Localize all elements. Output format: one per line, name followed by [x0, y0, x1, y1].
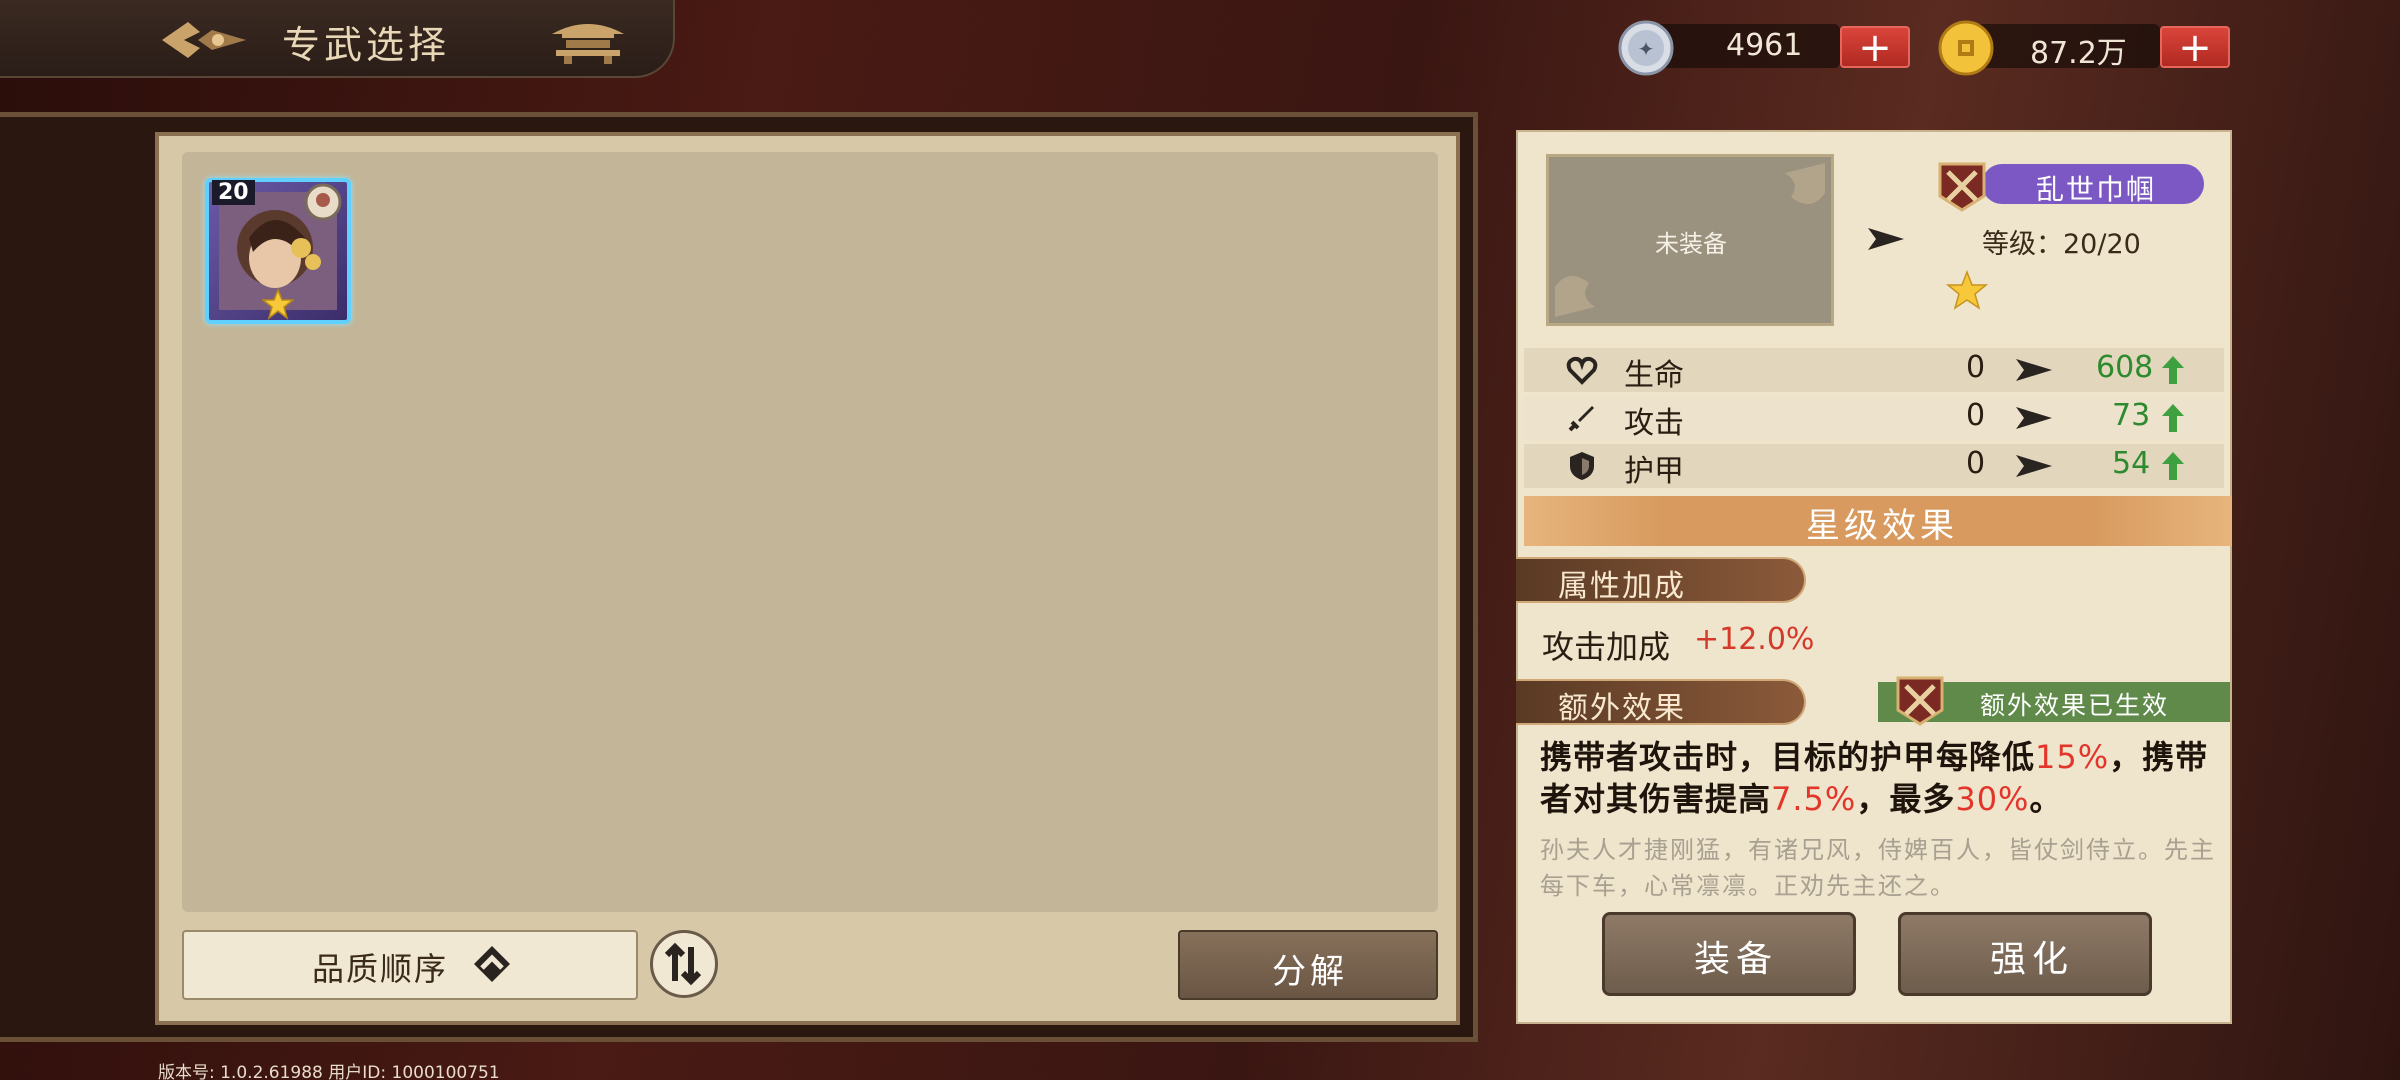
arrow-right-icon — [2016, 359, 2052, 381]
effect-desc-text: 携带者攻击时，目标的护甲每降低 — [1540, 738, 2036, 776]
stat-old-value: 0 — [1966, 446, 1986, 481]
stat-new-value: 73 — [2112, 398, 2151, 433]
stat-name: 护甲 — [1624, 454, 1684, 489]
rarity-star-icon — [262, 288, 294, 320]
page-title: 专武选择 — [282, 23, 451, 67]
arrow-right-icon — [1868, 228, 1904, 250]
effect-desc-text: 。 — [2029, 780, 2063, 818]
increase-arrow-icon — [2162, 452, 2184, 480]
enhance-label: 强化 — [1990, 939, 2075, 980]
item-level-badge: 20 — [212, 180, 255, 205]
stat-old-value: 0 — [1966, 350, 1986, 385]
sort-up-icon — [474, 946, 510, 982]
back-arrow-icon[interactable] — [160, 18, 250, 62]
stat-name: 攻击 — [1624, 406, 1684, 441]
stat-old-value: 0 — [1966, 398, 1986, 433]
extra-effect-active-label: 额外效果已生效 — [1980, 691, 2170, 720]
effect-desc-value: 15% — [2035, 738, 2110, 776]
gem-amount: 4961 — [1726, 28, 1803, 63]
unequipped-label: 未装备 — [1655, 230, 1727, 258]
gold-coin-icon — [1938, 20, 1994, 76]
effect-desc-value: 7.5% — [1771, 780, 1857, 818]
add-gold-button[interactable]: + — [2160, 26, 2230, 68]
decompose-label: 分解 — [1272, 952, 1348, 992]
attr-bonus-tag-label: 属性加成 — [1558, 569, 1686, 604]
pavilion-icon[interactable] — [548, 16, 628, 66]
jade-token-icon: ✦ — [1618, 20, 1674, 76]
crossed-swords-icon — [1938, 162, 1986, 212]
stat-name: 生命 — [1624, 358, 1684, 393]
equip-label: 装备 — [1694, 939, 1779, 980]
effect-desc-text: ，最多 — [1856, 780, 1956, 818]
faction-emblem-icon — [304, 183, 342, 221]
swap-arrows-icon — [664, 942, 702, 986]
effect-description: 携带者攻击时，目标的护甲每降低15%，携带者对其伤害提高7.5%，最多30%。 — [1540, 736, 2220, 820]
stat-new-value: 608 — [2096, 350, 2154, 385]
attr-bonus-label: 攻击加成 — [1542, 628, 1671, 666]
version-info: 版本号: 1.0.2.61988 用户ID: 1000100751 — [158, 1063, 500, 1080]
sword-icon — [1568, 406, 1594, 432]
effect-desc-value: 30% — [1955, 780, 2030, 818]
arrow-right-icon — [2016, 407, 2052, 429]
add-gem-button[interactable]: + — [1840, 26, 1910, 68]
weapon-level: 等级：20/20 — [1982, 229, 2141, 260]
sort-order-toggle[interactable] — [650, 930, 718, 998]
sort-label: 品质顺序 — [312, 950, 449, 988]
stat-new-value: 54 — [2112, 446, 2151, 481]
svg-text:✦: ✦ — [1638, 37, 1655, 61]
arrow-right-icon — [2016, 455, 2052, 477]
flavor-text: 孙夫人才捷刚猛，有诸兄风，侍婢百人，皆仗剑侍立。先主每下车，心常凛凛。正劝先主还… — [1540, 836, 2216, 900]
weapon-name: 乱世巾帼 — [2036, 173, 2157, 206]
inventory-grid[interactable] — [182, 152, 1438, 912]
crossed-swords-icon — [1896, 676, 1944, 726]
star-icon — [1946, 270, 1988, 310]
increase-arrow-icon — [2162, 404, 2184, 432]
increase-arrow-icon — [2162, 356, 2184, 384]
shield-icon — [1570, 452, 1594, 480]
extra-effect-tag-label: 额外效果 — [1558, 691, 1686, 726]
heart-icon — [1566, 356, 1598, 385]
gold-amount: 87.2万 — [2030, 36, 2127, 71]
attr-bonus-value: +12.0% — [1694, 622, 1815, 657]
star-effect-title: 星级效果 — [1806, 506, 1958, 546]
